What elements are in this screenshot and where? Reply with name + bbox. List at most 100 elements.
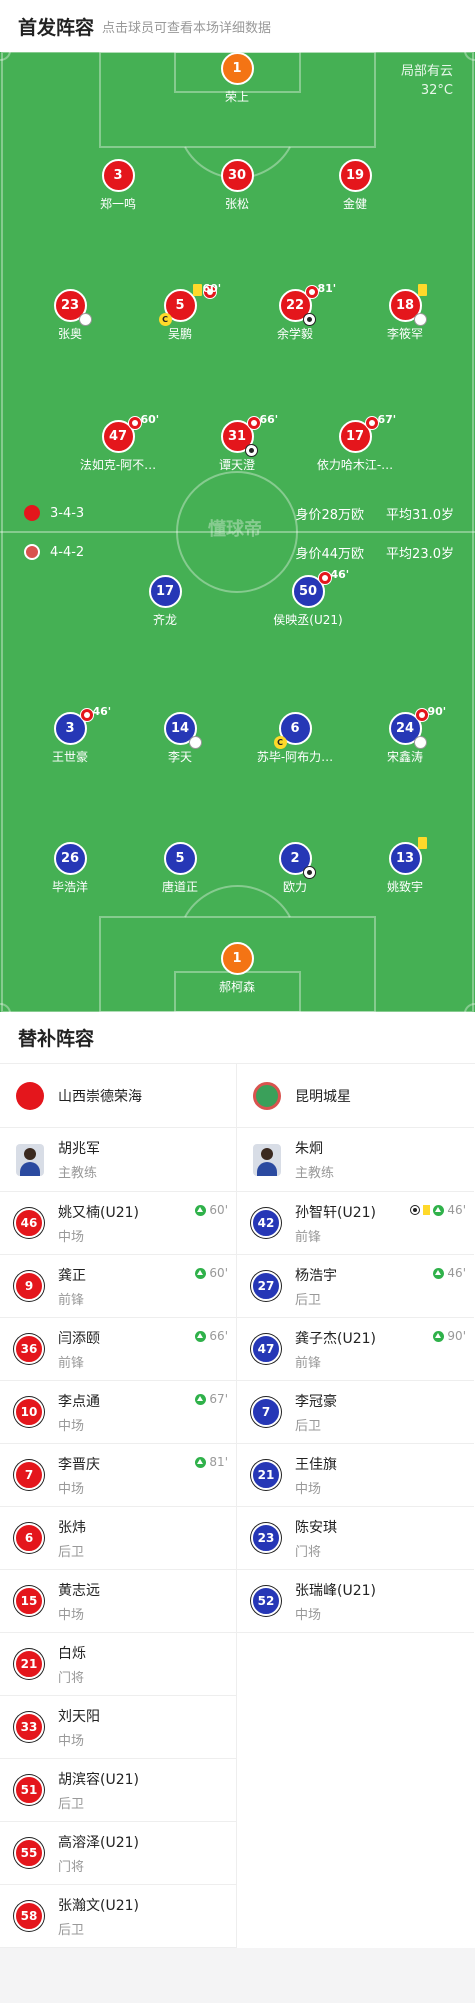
home-sub-list-item[interactable]: 9 龚正 前锋 60'	[0, 1255, 236, 1318]
away-player-gk[interactable]: 1 郝柯森	[177, 942, 297, 995]
player-number-dot: 47 60'	[101, 413, 159, 453]
away-sub-list-item[interactable]: 21 王佳旗 中场	[237, 1444, 474, 1507]
player-number-dot: 31 66'	[220, 413, 278, 457]
away-player-d2[interactable]: 5 唐道正	[120, 842, 240, 895]
sub-number: 47	[251, 1334, 281, 1364]
home-team-name: 山西崇德荣海	[58, 1088, 142, 1105]
sub-time-value: 67'	[209, 1392, 228, 1406]
home-player-m3[interactable]: 22 81' 余学毅	[235, 282, 355, 342]
away-player-m2[interactable]: 14 李天	[120, 712, 240, 765]
home-team-logo-icon	[24, 505, 40, 521]
player-number: 2	[290, 851, 300, 866]
sub-number: 58	[14, 1901, 44, 1931]
sub-position: 中场	[58, 1607, 85, 1623]
player-number-dot: 2	[278, 842, 316, 879]
player-name: 荣上	[224, 90, 249, 104]
sub-position: 中场	[295, 1481, 322, 1497]
home-player-f1[interactable]: 47 60' 法如克-阿不…	[58, 413, 178, 473]
away-sub-list-item[interactable]: 27 杨浩宇 后卫 46'	[237, 1255, 474, 1318]
sub-name: 李点通	[58, 1393, 100, 1410]
home-player-gk[interactable]: 1 荣上	[177, 52, 297, 105]
player-number-dot: 6C	[273, 712, 312, 749]
sub-name: 李晋庆	[58, 1456, 100, 1473]
player-number: 31	[227, 429, 247, 444]
sub-name: 杨浩宇	[295, 1267, 337, 1284]
sub-name: 张瀚文(U21)	[58, 1897, 139, 1914]
home-sub-list-item[interactable]: 58 张瀚文(U21) 后卫	[0, 1885, 236, 1948]
home-formation-row: 3-4-3 身价28万欧 平均31.0岁	[24, 503, 454, 523]
weather-condition: 局部有云	[400, 64, 453, 79]
away-player-d4[interactable]: 13 姚致宇	[345, 837, 465, 895]
away-player-d1[interactable]: 26 毕浩洋	[10, 842, 130, 895]
home-player-m1[interactable]: 23 张奥	[10, 289, 130, 342]
home-sub-list-item[interactable]: 33 刘天阳 中场	[0, 1696, 236, 1759]
sub-position: 前锋	[58, 1292, 85, 1308]
away-sub-list-item[interactable]: 52 张瑞峰(U21) 中场	[237, 1570, 474, 1633]
home-sub-list-item[interactable]: 36 闫添颐 前锋 66'	[0, 1318, 236, 1381]
away-team-name: 昆明城星	[295, 1088, 351, 1105]
away-sub-list-item[interactable]: 42 孙智轩(U21) 前锋 46'	[237, 1192, 474, 1255]
home-player-m2[interactable]: 5 60' C 吴鹏	[120, 282, 240, 342]
player-number: 1	[232, 61, 242, 76]
weather-info: 局部有云 32°C	[401, 62, 453, 100]
home-coach-row[interactable]: 胡兆军 主教练	[0, 1128, 236, 1192]
home-sub-list-item[interactable]: 55 高溶泽(U21) 门将	[0, 1822, 236, 1885]
away-player-f2[interactable]: 50 46' 侯映丞(U21)	[248, 568, 368, 628]
sub-in-time: 81'	[195, 1455, 228, 1469]
sub-time-value: 60'	[209, 1266, 228, 1280]
yellow-card-icon	[417, 837, 427, 849]
coach-avatar	[16, 1143, 44, 1176]
home-sub-list-item[interactable]: 6 张炜 后卫	[0, 1507, 236, 1570]
away-sub-list-item[interactable]: 47 龚子杰(U21) 前锋 90'	[237, 1318, 474, 1381]
away-sub-list-item[interactable]: 23 陈安琪 门将	[237, 1507, 474, 1570]
home-player-f3[interactable]: 17 67' 依力哈木江-…	[295, 413, 415, 473]
sub-position: 前锋	[295, 1229, 322, 1245]
player-number-dot: 13	[388, 837, 427, 875]
home-sub-list-item[interactable]: 51 胡滨容(U21) 后卫	[0, 1759, 236, 1822]
sub-name: 陈安琪	[295, 1519, 337, 1536]
away-player-m3[interactable]: 6C 苏毕-阿布力…	[235, 712, 355, 765]
away-player-m1[interactable]: 3 46' 王世豪	[10, 705, 130, 765]
sub-name: 白烁	[58, 1645, 86, 1662]
sub-time-value: 46'	[447, 1203, 466, 1217]
player-name: 齐龙	[152, 613, 177, 627]
away-player-m4[interactable]: 24 90' 宋鑫涛	[345, 705, 465, 765]
home-player-d3[interactable]: 19 金健	[295, 159, 415, 212]
home-team-row[interactable]: 山西崇德荣海	[0, 1064, 236, 1128]
sub-number: 27	[251, 1271, 281, 1301]
away-sub-list-item[interactable]: 7 李冠豪 后卫	[237, 1381, 474, 1444]
page-title: 首发阵容	[18, 16, 95, 39]
player-number: 26	[60, 851, 80, 866]
sub-name: 张炜	[58, 1519, 86, 1536]
captain-icon: C	[158, 313, 172, 326]
player-number-dot: 26	[53, 842, 87, 875]
away-formation: 4-4-2	[50, 544, 85, 560]
sub-name: 刘天阳	[58, 1708, 100, 1725]
player-name: 金健	[342, 197, 367, 211]
player-name: 李天	[167, 750, 192, 764]
injury-icon	[413, 313, 427, 326]
home-player-m4[interactable]: 18 李筱罕	[345, 284, 465, 342]
home-sub-list-item[interactable]: 10 李点通 中场 67'	[0, 1381, 236, 1444]
away-team-row[interactable]: 昆明城星	[237, 1064, 474, 1128]
away-player-d3[interactable]: 2 欧力	[235, 842, 355, 895]
sub-off-icon	[317, 571, 332, 585]
home-sub-list-item[interactable]: 7 李晋庆 中场 81'	[0, 1444, 236, 1507]
goal-icon	[410, 1205, 421, 1215]
home-formation: 3-4-3	[50, 505, 85, 521]
sub-name: 孙智轩(U21)	[295, 1204, 376, 1221]
home-player-f2[interactable]: 31 66' 谭天澄	[177, 413, 297, 473]
yellow-card-icon	[423, 1205, 431, 1215]
sub-time-value: 60'	[209, 1203, 228, 1217]
home-player-d2[interactable]: 30 张松	[177, 159, 297, 212]
away-player-f1[interactable]: 17 齐龙	[105, 575, 225, 628]
subs-title: 替补阵容	[0, 1012, 475, 1064]
home-sub-list-item[interactable]: 46 姚又楠(U21) 中场 60'	[0, 1192, 236, 1255]
home-sub-list-item[interactable]: 15 黄志远 中场	[0, 1570, 236, 1633]
player-name: 李筱罕	[386, 327, 423, 341]
away-coach-row[interactable]: 朱炯 主教练	[237, 1128, 474, 1192]
home-sub-list-item[interactable]: 21 白烁 门将	[0, 1633, 236, 1696]
home-player-d1[interactable]: 3 郑一鸣	[58, 159, 178, 212]
player-name: 法如克-阿不…	[79, 458, 157, 472]
sub-off-time: 67'	[377, 413, 397, 426]
